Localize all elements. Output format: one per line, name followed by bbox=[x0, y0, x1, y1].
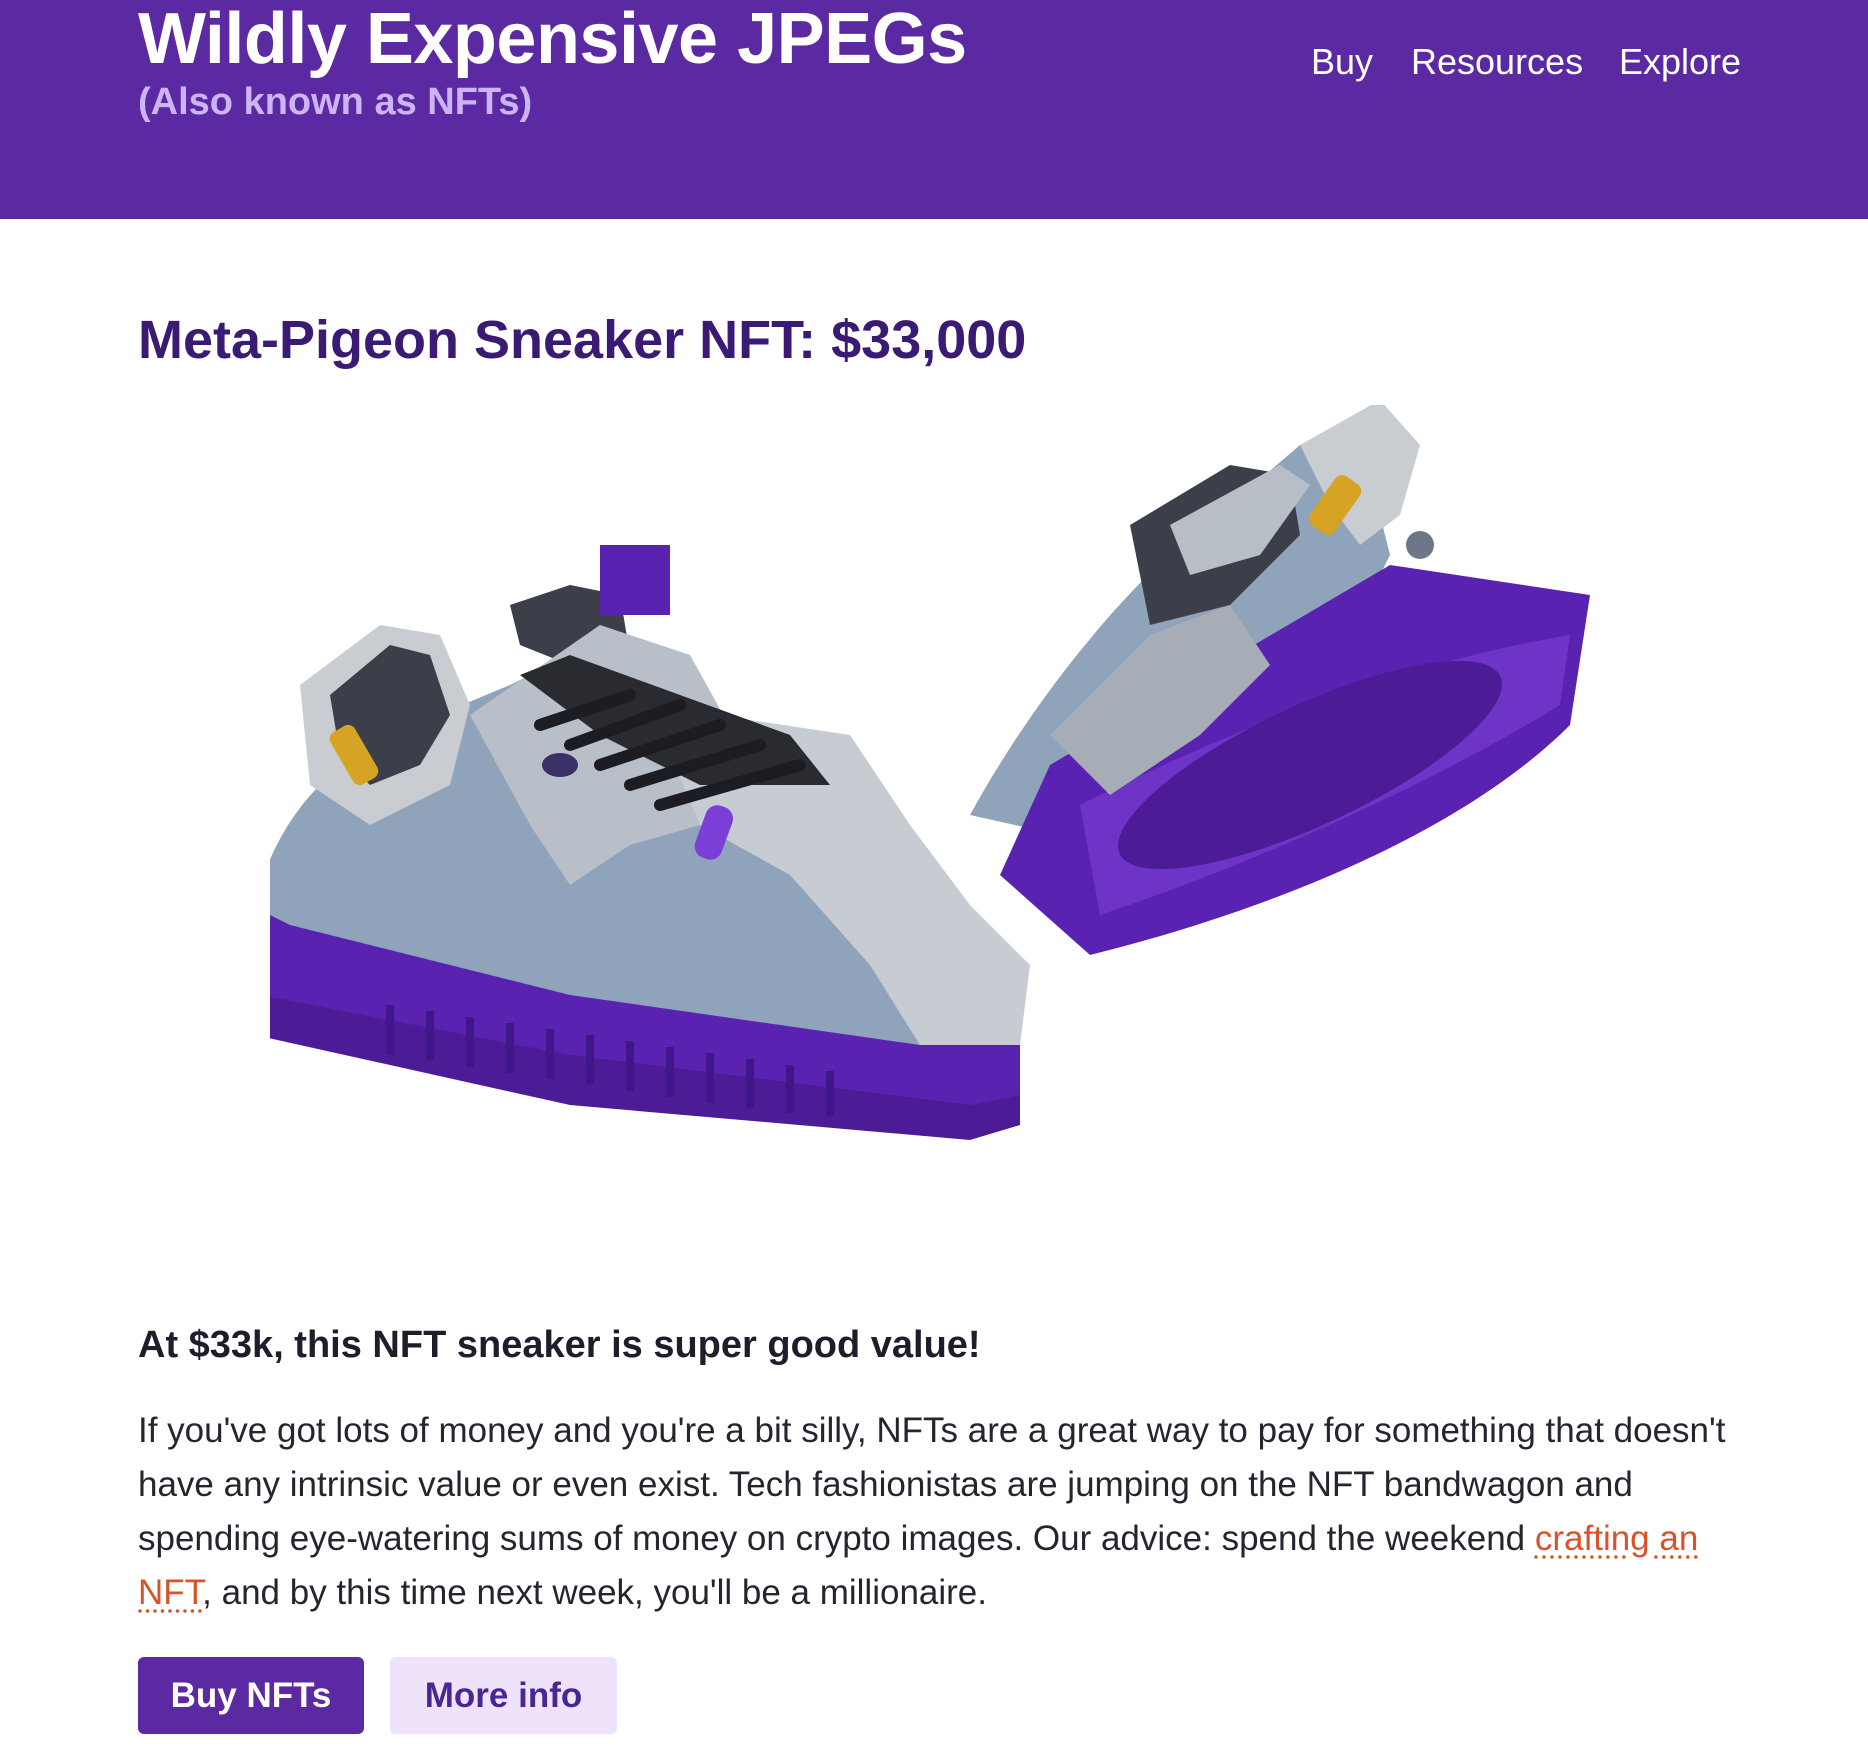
site-header: Wildly Expensive JPEGs (Also known as NF… bbox=[0, 0, 1868, 219]
front-sneaker-illustration bbox=[270, 545, 1030, 1140]
more-info-button[interactable]: More info bbox=[390, 1657, 617, 1734]
buy-nfts-button[interactable]: Buy NFTs bbox=[138, 1657, 364, 1734]
nav-link-resources[interactable]: Resources bbox=[1411, 38, 1583, 86]
description-text-start: If you've got lots of money and you're a… bbox=[138, 1411, 1726, 1558]
nav-link-explore[interactable]: Explore bbox=[1619, 38, 1741, 86]
description-text-end: , and by this time next week, you'll be … bbox=[202, 1573, 987, 1612]
page-title: Meta-Pigeon Sneaker NFT: $33,000 bbox=[138, 310, 1027, 370]
sneaker-image bbox=[270, 405, 1590, 1140]
back-sneaker-illustration bbox=[970, 405, 1590, 955]
nav-link-buy[interactable]: Buy bbox=[1311, 38, 1373, 86]
main-nav: Buy Resources Explore bbox=[0, 38, 1868, 88]
description-paragraph: If you've got lots of money and you're a… bbox=[138, 1404, 1738, 1620]
value-statement: At $33k, this NFT sneaker is super good … bbox=[138, 1324, 981, 1366]
